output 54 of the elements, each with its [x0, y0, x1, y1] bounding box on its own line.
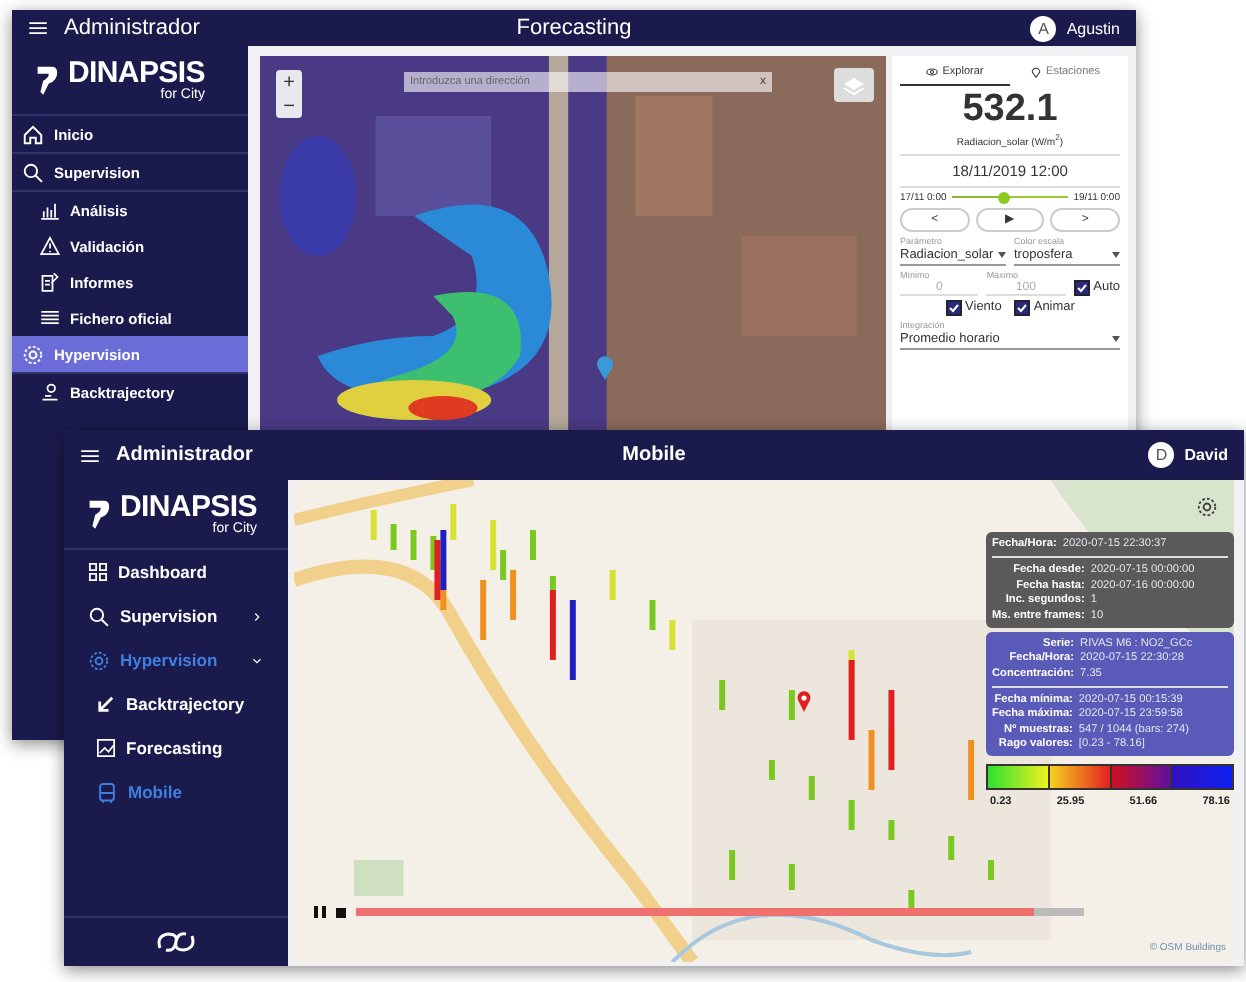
brand-name: DINAPSIS	[120, 492, 257, 522]
sidebar-item[interactable]: Backtrajectory	[64, 682, 288, 726]
user-name[interactable]: David	[1184, 446, 1228, 464]
dropdown-caret-icon	[1112, 335, 1120, 342]
sidebar-item[interactable]: Mobile	[64, 770, 288, 814]
gear-icon	[1196, 496, 1218, 518]
menu-icon	[28, 18, 48, 38]
sidebar-item[interactable]: Forecasting	[64, 726, 288, 770]
logo-icon	[154, 928, 198, 956]
warning-icon	[40, 236, 60, 256]
arrow-icon	[96, 694, 116, 714]
slider-thumb[interactable]	[998, 191, 1011, 204]
image-icon	[96, 738, 116, 758]
checkbox[interactable]	[1013, 299, 1030, 316]
app-title: Administrador	[116, 444, 253, 466]
checkbox[interactable]	[1073, 279, 1090, 296]
eye-icon	[926, 66, 939, 78]
document-icon	[40, 272, 60, 292]
app-title: Administrador	[64, 16, 200, 40]
logo-icon	[84, 497, 112, 531]
pause-icon[interactable]	[314, 906, 326, 918]
menu-icon	[80, 445, 100, 465]
layers-icon	[842, 75, 866, 95]
search-icon	[22, 161, 44, 183]
map-pin-icon[interactable]	[596, 356, 614, 380]
sidebar-item[interactable]: Hypervision	[64, 638, 288, 682]
avatar[interactable]: D	[1148, 442, 1175, 468]
sidebar-item[interactable]: Dashboard	[64, 550, 288, 594]
bus-icon	[96, 781, 118, 803]
gear-icon	[88, 649, 110, 671]
search-icon	[88, 605, 110, 627]
user-name[interactable]: Agustin	[1066, 19, 1120, 37]
home-icon	[22, 123, 44, 145]
dropdown-caret-icon	[1112, 251, 1120, 258]
brand-name: DINAPSIS	[68, 58, 205, 88]
gear-icon	[22, 343, 44, 365]
sidebar-item[interactable]: Supervision	[64, 594, 288, 638]
list-icon	[40, 308, 60, 328]
chevron-down-icon	[250, 653, 264, 667]
chevron-right-icon	[250, 609, 264, 623]
reading-value: 532.1	[960, 90, 1060, 128]
logo-icon	[32, 63, 60, 97]
zoom-out-button[interactable]: −	[276, 94, 302, 118]
avatar[interactable]: A	[1030, 15, 1057, 41]
zoom-in-button[interactable]: +	[276, 70, 302, 94]
chart-icon	[40, 200, 60, 220]
stop-icon[interactable]	[336, 907, 346, 917]
map-pin-icon[interactable]	[796, 690, 812, 712]
grid-icon	[88, 562, 108, 582]
checkbox[interactable]	[945, 299, 962, 316]
window-title: Forecasting	[516, 16, 632, 40]
pin-icon	[1030, 66, 1043, 78]
window-title: Mobile	[622, 444, 686, 466]
dropdown-caret-icon	[998, 251, 1006, 258]
